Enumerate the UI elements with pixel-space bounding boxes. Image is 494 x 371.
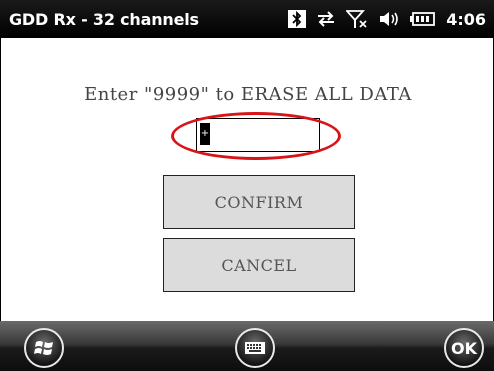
clock[interactable]: 4:06: [446, 10, 486, 29]
bluetooth-icon[interactable]: [288, 10, 307, 28]
status-area: 4:06: [288, 0, 494, 38]
erase-code-input[interactable]: [196, 118, 320, 152]
volume-icon[interactable]: [378, 10, 400, 28]
confirm-button[interactable]: CONFIRM: [163, 175, 355, 229]
data-sync-icon[interactable]: [316, 10, 336, 28]
erase-prompt: Enter "9999" to ERASE ALL DATA: [84, 84, 412, 105]
app-title: GDD Rx - 32 channels: [9, 9, 199, 29]
windows-start-icon[interactable]: [24, 328, 64, 368]
signal-off-icon[interactable]: [346, 9, 368, 29]
taskbar: OK: [0, 321, 494, 371]
cancel-button[interactable]: CANCEL: [163, 238, 355, 292]
battery-icon[interactable]: [410, 11, 436, 27]
keyboard-icon[interactable]: [235, 328, 275, 368]
ok-button[interactable]: OK: [444, 328, 484, 368]
title-bar: GDD Rx - 32 channels 4:06: [0, 0, 494, 38]
text-cursor: +: [200, 123, 210, 145]
